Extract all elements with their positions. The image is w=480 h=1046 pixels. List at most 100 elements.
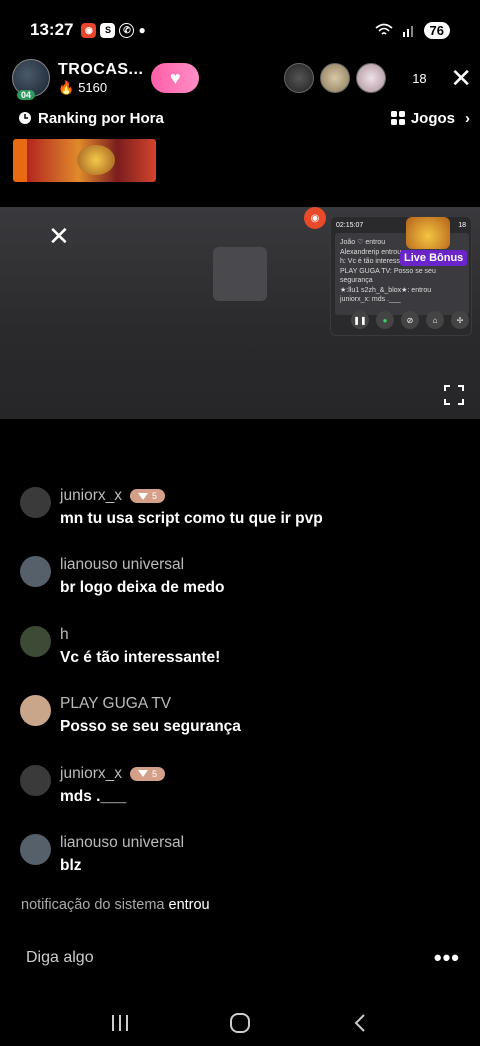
ranking-button[interactable]: Ranking por Hora [18, 110, 164, 127]
chat-username[interactable]: lianouso universal [60, 556, 184, 574]
chat-input-row: Diga algo ••• [26, 940, 460, 976]
viewer-count[interactable]: 18 [412, 71, 438, 86]
pause-icon[interactable]: ❚❚ [351, 311, 369, 329]
ranking-label: Ranking por Hora [38, 109, 164, 127]
pip-controls: ❚❚ ● ⊘ ⌂ ✢ [351, 311, 469, 329]
status-bar: 13:27 ◉ S ✆ ● 76 [0, 0, 480, 60]
avatar[interactable] [20, 487, 51, 518]
cam-icon: ◉ [81, 22, 97, 38]
pip-header: 02:15:07 18 [331, 217, 471, 233]
host-likes: 🔥 5160 [58, 80, 143, 96]
badge-icon [138, 770, 149, 778]
chat-message[interactable]: juniorx_x 5 mds .___ [20, 763, 460, 832]
chat-text: Vc é tão interessante! [60, 648, 221, 666]
host-name: TROCAS... [58, 60, 144, 78]
chat-text: br logo deixa de medo [60, 579, 225, 597]
chat-username[interactable]: juniorx_x [60, 487, 122, 505]
s-icon: S [100, 22, 116, 38]
system-label: notificação do sistema [21, 897, 165, 913]
follow-button[interactable]: ♥ [151, 63, 200, 93]
grid-icon [390, 111, 405, 125]
viewer-avatar[interactable] [320, 63, 351, 93]
games-label: Jogos [410, 109, 455, 127]
pip-chat-line: segurança [340, 277, 373, 284]
whatsapp-icon: ✆ [119, 22, 135, 38]
video-close-icon[interactable]: ✕ [48, 221, 70, 252]
event-banner[interactable] [13, 139, 156, 182]
back-button[interactable] [340, 1003, 380, 1043]
pip-chat-line: PLAY GUGA TV: Posso se seu [340, 267, 436, 275]
pip-chat-line: ★:llu1 s2zh_&_blox★: entrou [340, 286, 432, 294]
pip-viewer-count: 18 [458, 221, 466, 229]
video-placeholder [213, 247, 267, 301]
clock-icon [19, 112, 31, 124]
badge-icon [138, 492, 149, 500]
home-circle-icon [230, 1013, 250, 1033]
viewer-avatar[interactable] [284, 63, 315, 93]
home-button[interactable] [220, 1003, 260, 1043]
video-player[interactable]: ✕ ◉ 02:15:07 18 João ♡ entrou Alexandrer… [0, 207, 480, 419]
games-button[interactable]: Jogos › [390, 109, 470, 127]
chevron-right-icon: › [465, 109, 470, 127]
mic-icon[interactable]: ● [376, 311, 394, 329]
heart-icon: ♥ [170, 67, 181, 88]
host-info[interactable]: TROCAS... 🔥 5160 [58, 61, 143, 96]
back-icon [354, 1014, 365, 1032]
avatar[interactable] [20, 764, 51, 796]
avatar[interactable] [20, 556, 51, 588]
chat-input[interactable]: Diga algo [26, 949, 94, 967]
chat-message[interactable]: lianouso universal blz [20, 832, 460, 901]
pip-timer: 02:15:07 [336, 221, 364, 229]
chat-text: Posso se seu segurança [60, 718, 241, 736]
chat-list: juniorx_x 5 mn tu usa script como tu que … [20, 485, 460, 901]
status-app-icons: ◉ S ✆ [81, 22, 135, 38]
badge-level: 5 [152, 768, 158, 779]
flame-icon: 🔥 [58, 79, 75, 95]
host-avatar[interactable]: 04 [12, 59, 50, 100]
chat-username[interactable]: h [60, 626, 69, 644]
recent-apps-icon [112, 1015, 128, 1031]
host-likes-count: 5160 [78, 80, 108, 95]
more-options-icon[interactable]: ••• [434, 945, 460, 971]
badge-level: 5 [152, 491, 158, 501]
system-notification: notificação do sistema entrou [21, 897, 210, 913]
home-icon[interactable]: ⌂ [426, 311, 444, 329]
chat-message[interactable]: PLAY GUGA TV Posso se seu segurança [20, 693, 460, 762]
level-badge: 5 [130, 489, 166, 503]
host-header: 04 TROCAS... 🔥 5160 ♥ 18 ✕ [12, 58, 472, 100]
chat-username[interactable]: juniorx_x [60, 765, 122, 783]
chat-message[interactable]: juniorx_x 5 mn tu usa script como tu que … [20, 485, 460, 554]
ranking-row: Ranking por Hora Jogos › [18, 106, 470, 130]
avatar[interactable] [20, 625, 51, 657]
wifi-icon [375, 23, 393, 35]
chat-text: mds .___ [60, 787, 127, 805]
level-badge: 5 [130, 766, 166, 781]
chat-message[interactable]: lianouso universal br logo deixa de medo [20, 554, 460, 623]
chat-text: blz [60, 856, 82, 874]
notification-dot-icon: ● [138, 23, 146, 37]
video-off-icon[interactable]: ⊘ [401, 311, 419, 329]
host-level-badge: 04 [17, 90, 36, 100]
system-text: entrou [168, 897, 210, 913]
system-nav-bar [0, 1000, 480, 1046]
camera-toggle-icon[interactable]: ◉ [304, 207, 326, 229]
expand-icon[interactable]: ✢ [451, 311, 469, 329]
chat-text: mn tu usa script como tu que ir pvp [60, 510, 323, 527]
chat-username[interactable]: lianouso universal [60, 834, 184, 852]
fullscreen-icon[interactable] [444, 385, 464, 405]
chat-username[interactable]: PLAY GUGA TV [60, 695, 171, 713]
treasure-chest-icon[interactable] [406, 217, 450, 249]
pip-preview[interactable]: 02:15:07 18 João ♡ entrou Alexandrerip e… [330, 216, 472, 336]
avatar[interactable] [20, 695, 51, 727]
chat-message[interactable]: h Vc é tão interessante! [20, 624, 460, 693]
signal-icon [402, 26, 413, 37]
status-time: 13:27 [30, 20, 74, 39]
battery-level: 76 [423, 21, 450, 39]
pip-chat-line: juniorx_x: mds .___ [340, 296, 401, 303]
viewer-avatar[interactable] [356, 63, 387, 93]
live-bonus-button[interactable]: Live Bônus [400, 250, 468, 266]
close-icon[interactable]: ✕ [450, 65, 472, 91]
viewer-avatars[interactable] [284, 63, 387, 93]
avatar[interactable] [20, 833, 51, 865]
recent-apps-button[interactable] [100, 1003, 140, 1043]
